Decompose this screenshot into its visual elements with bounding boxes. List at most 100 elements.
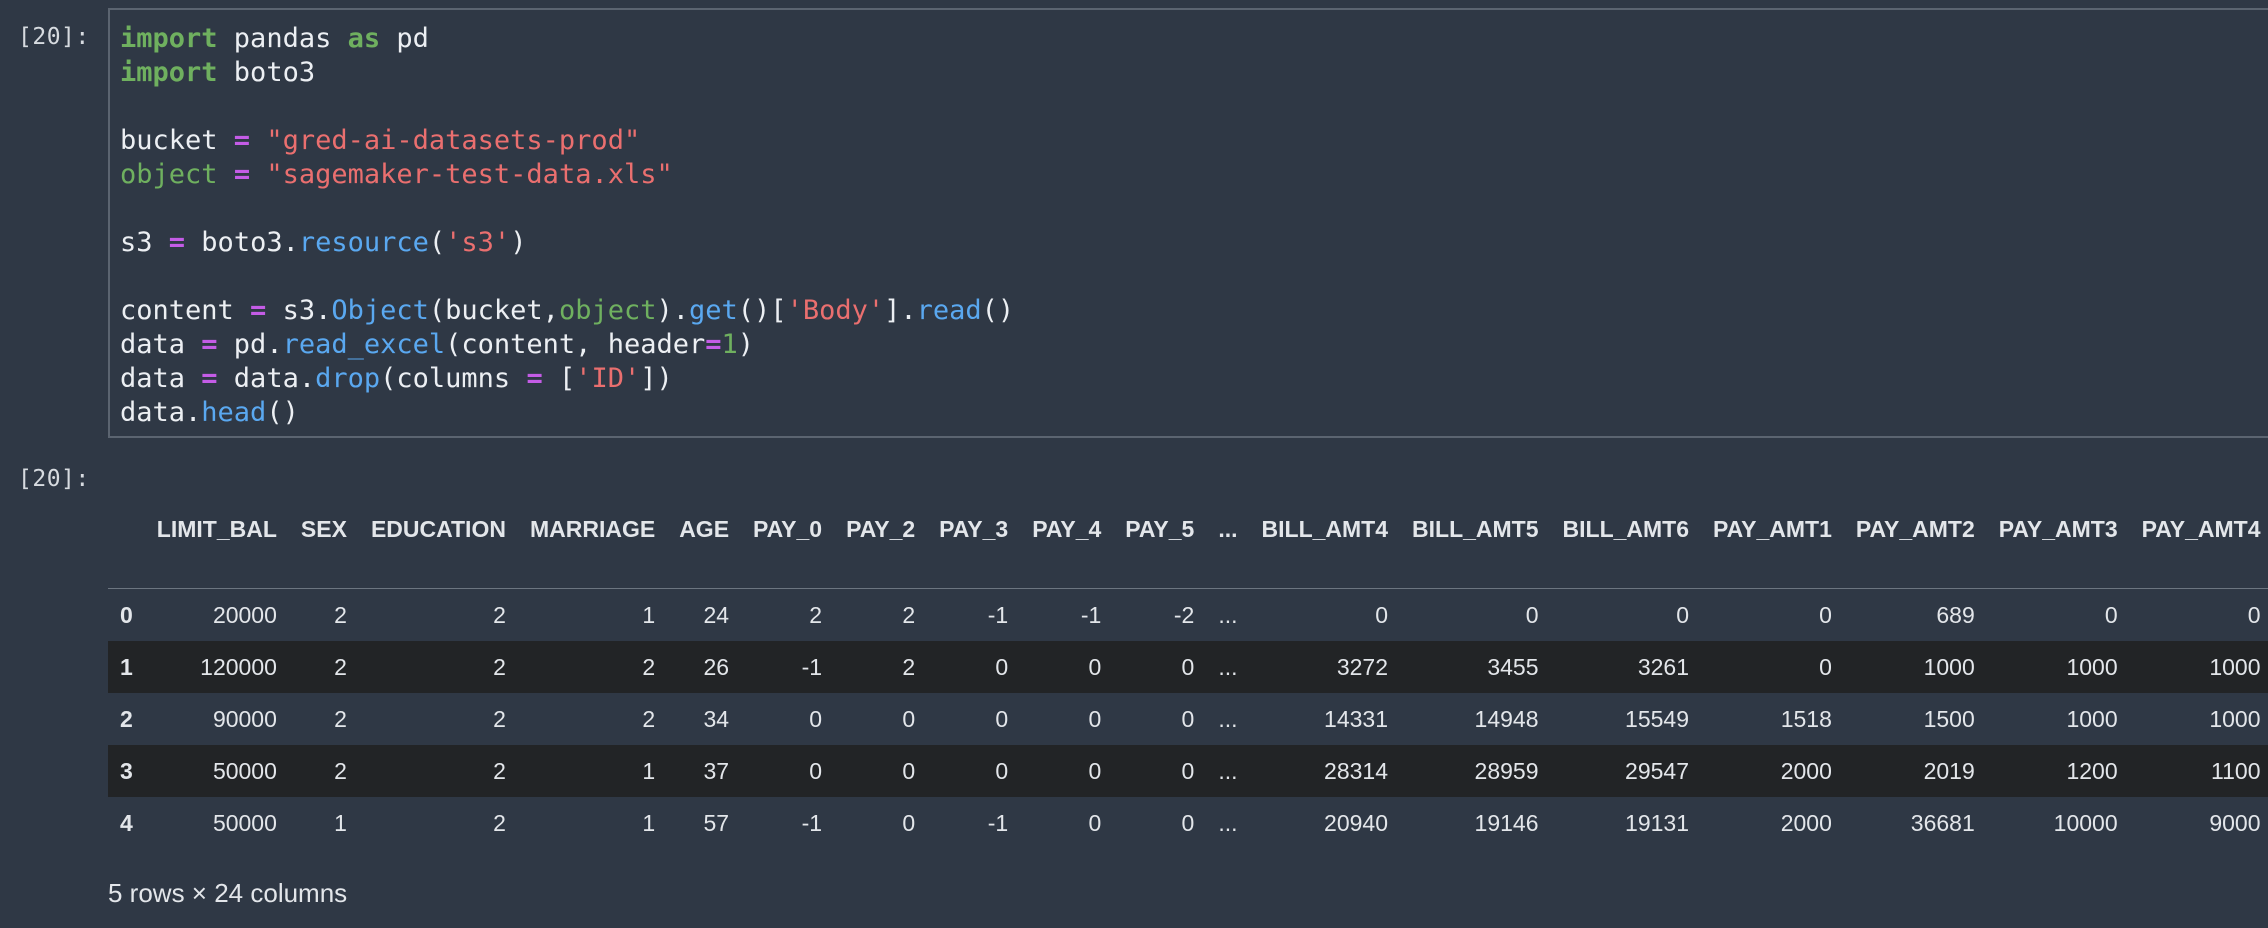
column-header: AGE (667, 470, 742, 589)
table-cell: 50000 (212, 757, 277, 784)
operator: = (201, 329, 218, 360)
table-cell: 0 (995, 705, 1009, 732)
code-text: ) (510, 227, 527, 258)
notebook: [20]: import pandas as pd import boto3 buc… (0, 0, 2268, 928)
table-cell: 0 (2104, 601, 2118, 628)
function-call: read_excel (282, 329, 446, 360)
column-header: PAY_3 (927, 470, 1021, 589)
table-cell: -1 (1080, 601, 1102, 628)
code-text: pd (380, 23, 429, 54)
table-cell: 1200 (2066, 757, 2118, 784)
function-call: head (201, 397, 267, 428)
table-cell: 50000 (212, 809, 277, 836)
table-cell: 1000 (2209, 705, 2261, 732)
table-cell: 0 (1181, 809, 1195, 836)
column-header: SEX (288, 470, 359, 589)
code-line-4: object = "sagemaker-test-data.xls" (120, 158, 1014, 192)
table-cell: 2 (642, 705, 656, 732)
operator: = (526, 363, 543, 394)
table-cell: 15549 (1625, 705, 1690, 732)
table-cell: 2 (334, 705, 347, 732)
column-header: BILL_AMT4 (1249, 470, 1401, 589)
column-header: MARRIAGE (517, 470, 668, 589)
function-call: resource (298, 227, 429, 258)
table-cell: 2 (902, 653, 916, 680)
table-cell: 120000 (200, 653, 277, 680)
table-cell: 2 (902, 601, 916, 628)
code-line-2: import boto3 (120, 56, 1014, 90)
table-cell: 0 (1525, 601, 1539, 628)
table-cell: -1 (987, 809, 1009, 836)
table-cell: 689 (1936, 601, 1975, 628)
dataframe-table: LIMIT_BAL SEX EDUCATION MARRIAGE AGE PAY_0 PAY… (108, 470, 2268, 849)
operator: = (233, 159, 251, 190)
row-index: 4 (120, 809, 133, 836)
table-cell: 1100 (2211, 757, 2261, 784)
table-cell: 9000 (2209, 809, 2261, 836)
code-text: (content, header (445, 329, 706, 360)
row-index: 3 (120, 757, 133, 784)
index-header (108, 470, 145, 589)
dataframe-shape-summary: 5 rows × 24 columns (108, 878, 348, 908)
operator: = (168, 227, 186, 258)
table-cell: 1 (334, 809, 347, 836)
table-cell: 24 (703, 601, 730, 628)
code-text: data. (217, 363, 316, 394)
code-line-3: bucket = "gred-ai-datasets-prod" (120, 124, 1014, 158)
table-cell: 0 (1676, 601, 1690, 628)
table-cell: 1 (642, 757, 656, 784)
table-cell: 0 (1181, 705, 1195, 732)
keyword-import: import (120, 57, 218, 88)
code-text: () (266, 397, 299, 428)
operator: = (233, 125, 251, 156)
table-cell: ... (1218, 653, 1238, 680)
table-cell: -1 (987, 601, 1009, 628)
code-text: ) (737, 329, 755, 360)
table-cell: 0 (1181, 757, 1195, 784)
table-row: 3 50000 2 2 1 37 0 0 0 0 0... 28314 28959 29547 2000 20… (108, 745, 2268, 797)
table-cell: 20000 (212, 601, 277, 628)
code-text: ( (428, 227, 446, 258)
column-header: PAY_AMT3 (1986, 470, 2130, 589)
table-cell: 0 (809, 705, 823, 732)
code-text: () (981, 295, 1015, 326)
column-header: PAY_AMT1 (1701, 470, 1844, 589)
code-text: boto3. (185, 227, 299, 258)
code-line-5: s3 = boto3.resource('s3') (120, 226, 1014, 260)
table-cell: 0 (1088, 653, 1102, 680)
code-text: ). (656, 295, 689, 326)
table-cell: 2 (493, 705, 506, 732)
table-cell: 1000 (1923, 653, 1975, 680)
code-text: s3 (120, 227, 169, 258)
table-header-row: LIMIT_BAL SEX EDUCATION MARRIAGE AGE PAY_0 PAY… (108, 470, 2268, 589)
table-cell: 2 (493, 601, 506, 628)
column-header: ... (1206, 470, 1250, 589)
column-header: PAY_4 (1020, 470, 1114, 589)
table-cell: -1 (801, 809, 823, 836)
input-prompt: [20]: (18, 24, 90, 50)
code-text: ()[ (737, 295, 787, 326)
output-prompt: [20]: (18, 466, 90, 492)
table-row: 0 20000 2 2 1 24 2 2 -1 -1 -2... 0 0 0 0 689 0 0 (108, 589, 2268, 642)
table-cell: 2 (334, 601, 347, 628)
table-cell: 1500 (1923, 705, 1975, 732)
code-line-9: data.head() (120, 396, 1014, 430)
table-cell: 36681 (1910, 809, 1975, 836)
string-literal: 's3' (445, 227, 511, 258)
string-literal: "gred-ai-datasets-prod" (266, 125, 641, 156)
function-call: get (689, 295, 738, 326)
table-cell: 0 (1088, 757, 1102, 784)
column-header: PAY_AMT2 (1843, 470, 1987, 589)
table-cell: 28959 (1474, 757, 1539, 784)
builtin-object: object (120, 159, 218, 190)
table-cell: 1000 (2209, 653, 2261, 680)
row-index: 1 (120, 653, 133, 680)
code-cell-editor[interactable]: import pandas as pd import boto3 bucket = … (108, 8, 2268, 438)
code-block[interactable]: import pandas as pd import boto3 bucket = … (120, 22, 1014, 430)
table-cell: ... (1218, 809, 1238, 836)
table-cell: 19146 (1474, 809, 1539, 836)
code-text: pandas (217, 23, 348, 54)
code-line-1: import pandas as pd (120, 22, 1014, 56)
